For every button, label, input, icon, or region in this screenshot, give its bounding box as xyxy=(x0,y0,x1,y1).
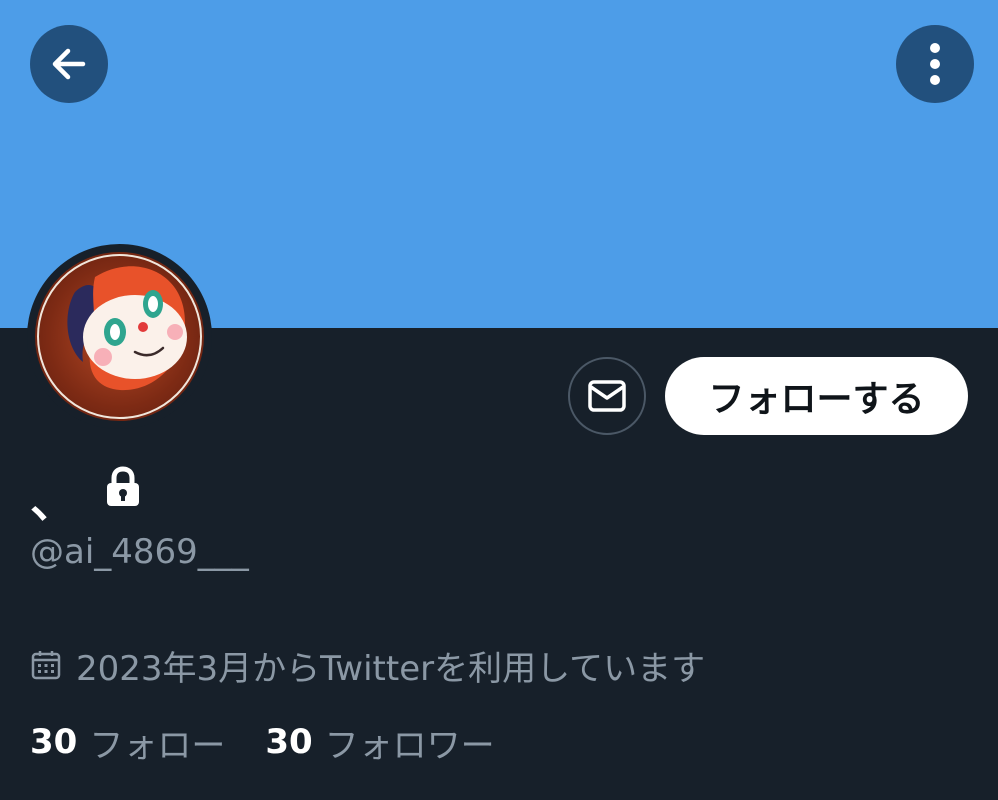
profile-stats: 30 フォロー 30 フォロワー xyxy=(30,718,495,766)
follow-button[interactable]: フォローする xyxy=(665,357,968,435)
display-name: 、 xyxy=(30,474,76,528)
message-button[interactable] xyxy=(568,357,646,435)
envelope-icon xyxy=(588,380,626,412)
joined-date: 2023年3月からTwitterを利用しています xyxy=(30,643,706,689)
back-button[interactable] xyxy=(30,25,108,103)
more-vertical-icon xyxy=(930,43,940,85)
user-handle: @ai_4869___ xyxy=(30,532,249,572)
lock-icon xyxy=(107,466,139,506)
followers-label: フォロワー xyxy=(324,725,495,766)
following-link[interactable]: 30 フォロー xyxy=(30,718,225,767)
arrow-left-icon xyxy=(52,48,86,80)
following-count: 30 xyxy=(30,722,78,762)
followers-link[interactable]: 30 フォロワー xyxy=(265,718,494,767)
joined-text: 2023年3月からTwitterを利用しています xyxy=(76,648,706,689)
avatar-border xyxy=(37,254,202,419)
followers-count: 30 xyxy=(265,722,313,762)
calendar-icon xyxy=(30,649,62,681)
more-options-button[interactable] xyxy=(896,25,974,103)
avatar[interactable] xyxy=(35,252,204,421)
following-label: フォロー xyxy=(89,725,226,766)
